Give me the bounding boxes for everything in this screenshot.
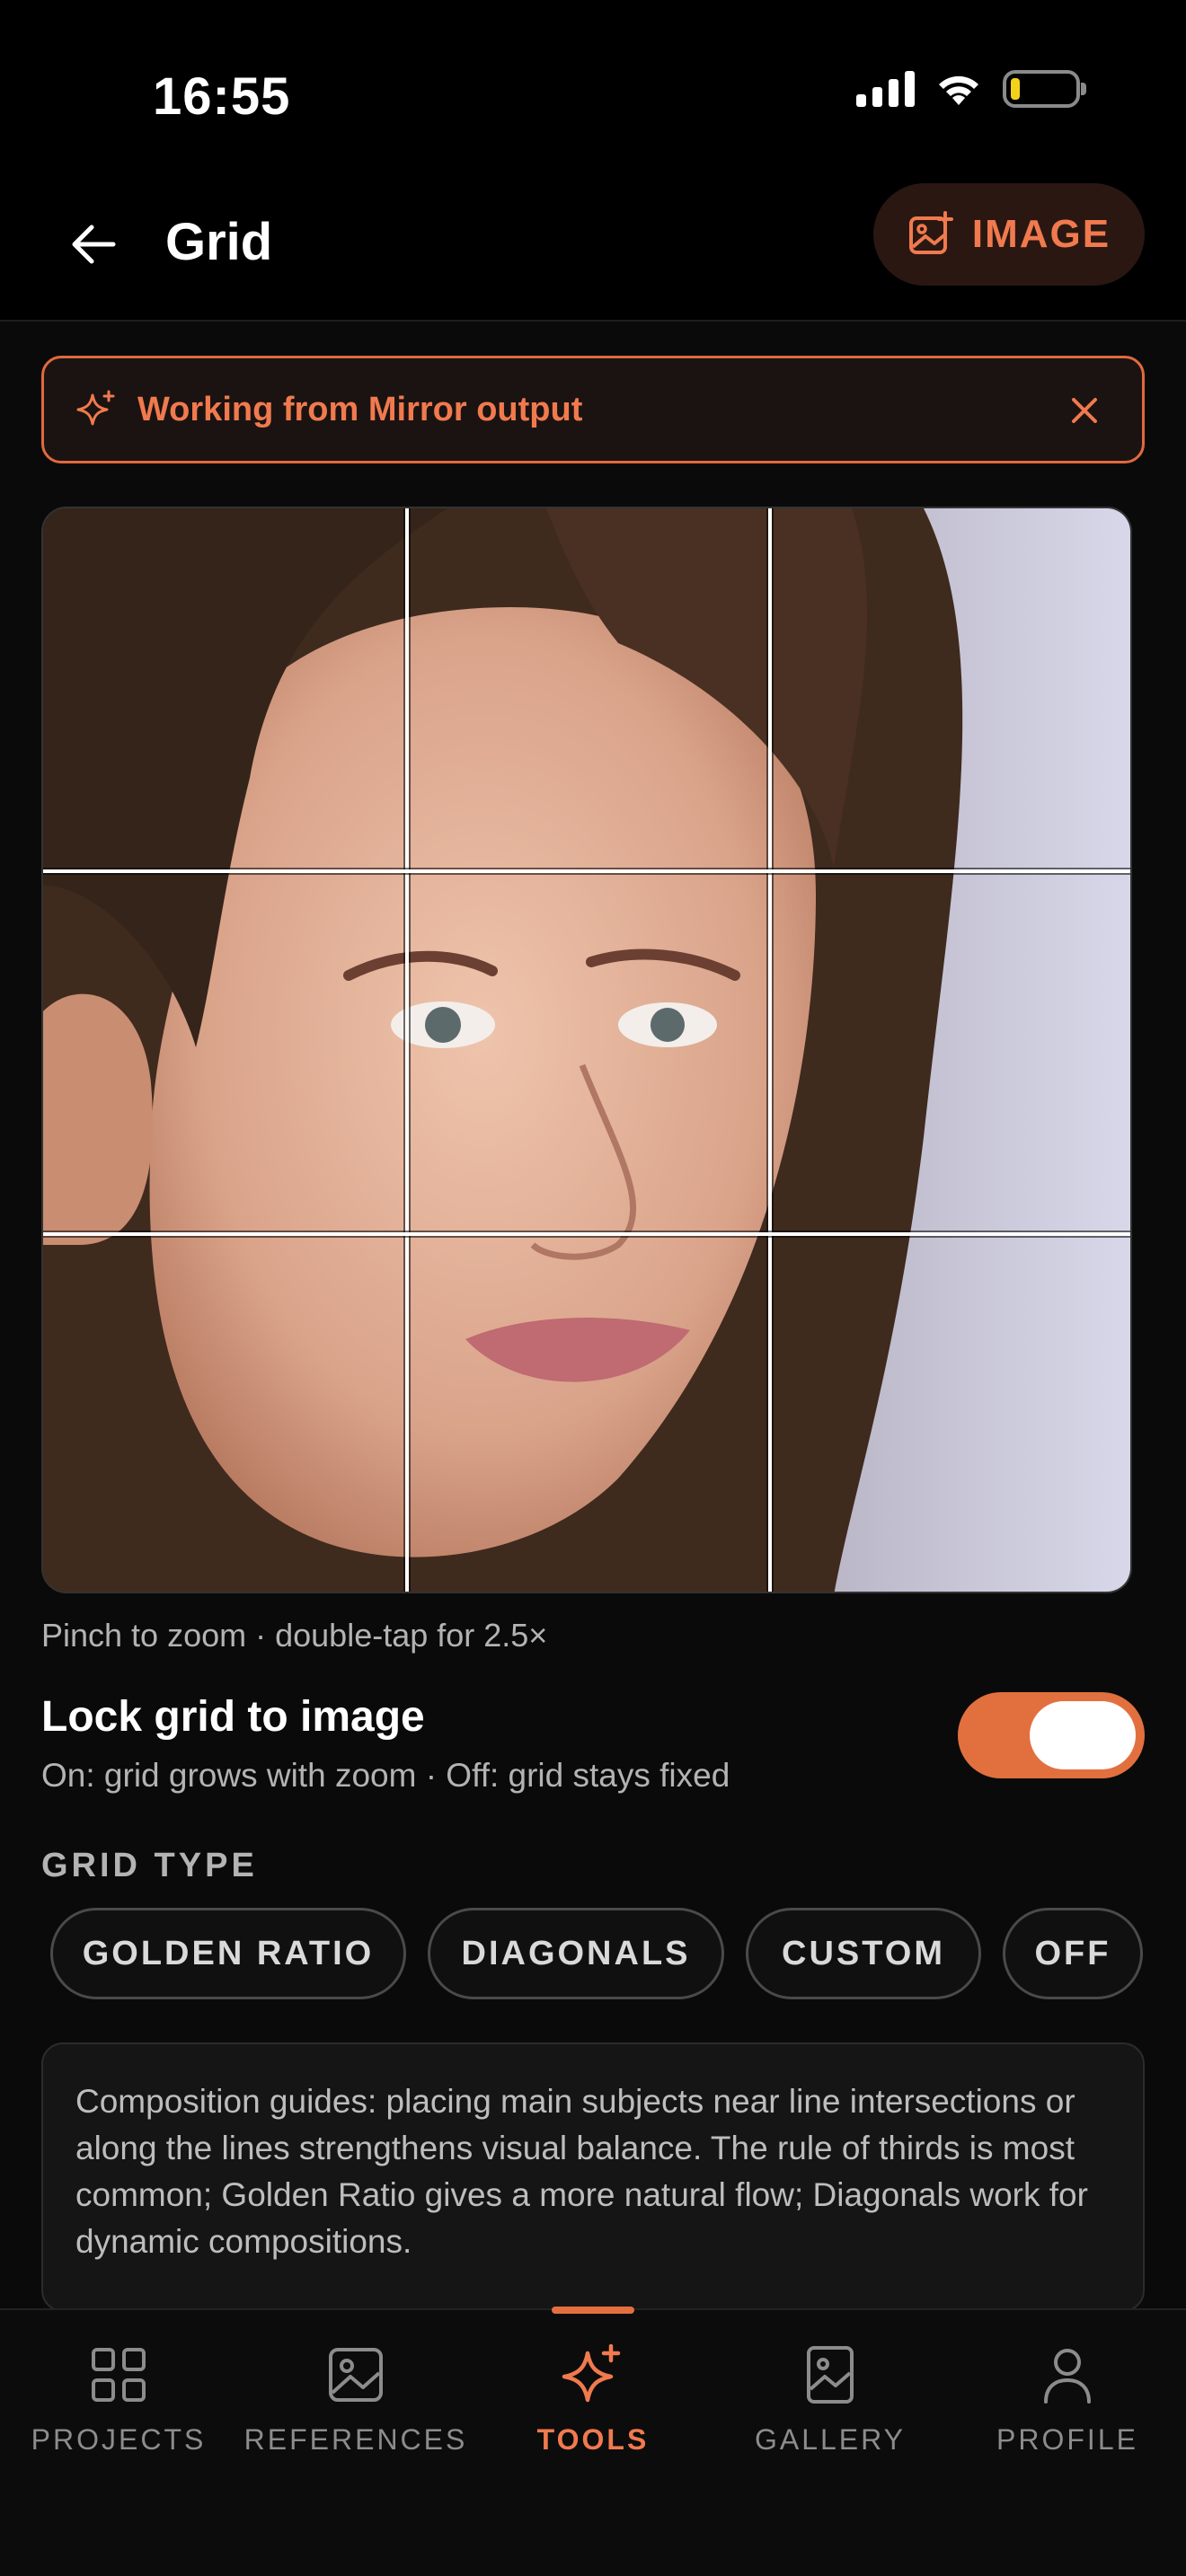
page-title: Grid [165,213,273,271]
wifi-icon [939,75,978,105]
chip-custom[interactable]: CUSTOM [746,1908,981,1999]
nav-label-references: REFERENCES [243,2423,468,2456]
battery-icon [1003,70,1086,108]
lock-grid-toggle[interactable] [958,1692,1145,1778]
sparkle-icon [562,2343,621,2403]
back-button[interactable] [59,210,128,278]
grid-squares-icon [92,2348,146,2402]
gallery-icon [807,2346,854,2404]
source-notice-banner: Working from Mirror output [41,356,1145,463]
status-time: 16:55 [153,67,291,126]
banner-text: Working from Mirror output [137,390,583,428]
nav-label-profile: PROFILE [996,2423,1138,2456]
status-icons [856,70,1086,108]
nav-gallery[interactable]: GALLERY [712,2310,949,2490]
close-icon[interactable] [1063,389,1106,432]
grid-type-chips: GOLDEN RATIO DIAGONALS CUSTOM OFF [50,1908,1146,2001]
chip-diagonals[interactable]: DIAGONALS [428,1908,724,1999]
chip-golden-ratio[interactable]: GOLDEN RATIO [50,1908,406,1999]
status-bar: 16:55 [0,0,1186,180]
composition-info-box: Composition guides: placing main subject… [41,2042,1145,2312]
image-button[interactable]: IMAGE [873,183,1145,286]
nav-profile[interactable]: PROFILE [949,2310,1186,2490]
lock-grid-subtitle: On: grid grows with zoom · Off: grid sta… [41,1757,730,1794]
nav-references[interactable]: REFERENCES [237,2310,474,2490]
lock-grid-title: Lock grid to image [41,1693,425,1741]
nav-tools[interactable]: TOOLS [474,2310,712,2490]
person-icon [1044,2349,1091,2404]
app-header: Grid IMAGE [0,180,1186,322]
composition-info-text: Composition guides: placing main subject… [75,2083,1088,2260]
grid-line-vertical-1 [405,508,409,1592]
nav-projects[interactable]: PROJECTS [0,2310,237,2490]
grid-line-horizontal-1 [43,869,1130,873]
battery-level [1011,78,1020,100]
nav-label-tools: TOOLS [536,2423,650,2456]
image-icon [329,2348,383,2402]
nav-label-gallery: GALLERY [754,2423,907,2456]
grid-line-vertical-2 [768,508,772,1592]
grid-line-horizontal-2 [43,1232,1130,1236]
image-button-label: IMAGE [971,212,1111,256]
image-add-icon [908,211,953,254]
zoom-hint: Pinch to zoom · double-tap for 2.5× [41,1617,548,1654]
image-canvas[interactable] [41,507,1132,1593]
toggle-knob [1030,1701,1136,1769]
portrait-photo [43,508,1130,1592]
cellular-signal-icon [856,71,915,107]
sparkle-icon [76,390,115,426]
chip-off[interactable]: OFF [1003,1908,1143,1999]
bottom-navigation: PROJECTS REFERENCES TOOLS GALLERY PROFIL… [0,2307,1186,2576]
nav-label-projects: PROJECTS [31,2423,207,2456]
grid-type-label: GRID TYPE [41,1847,258,1884]
arrow-left-icon [72,225,116,264]
